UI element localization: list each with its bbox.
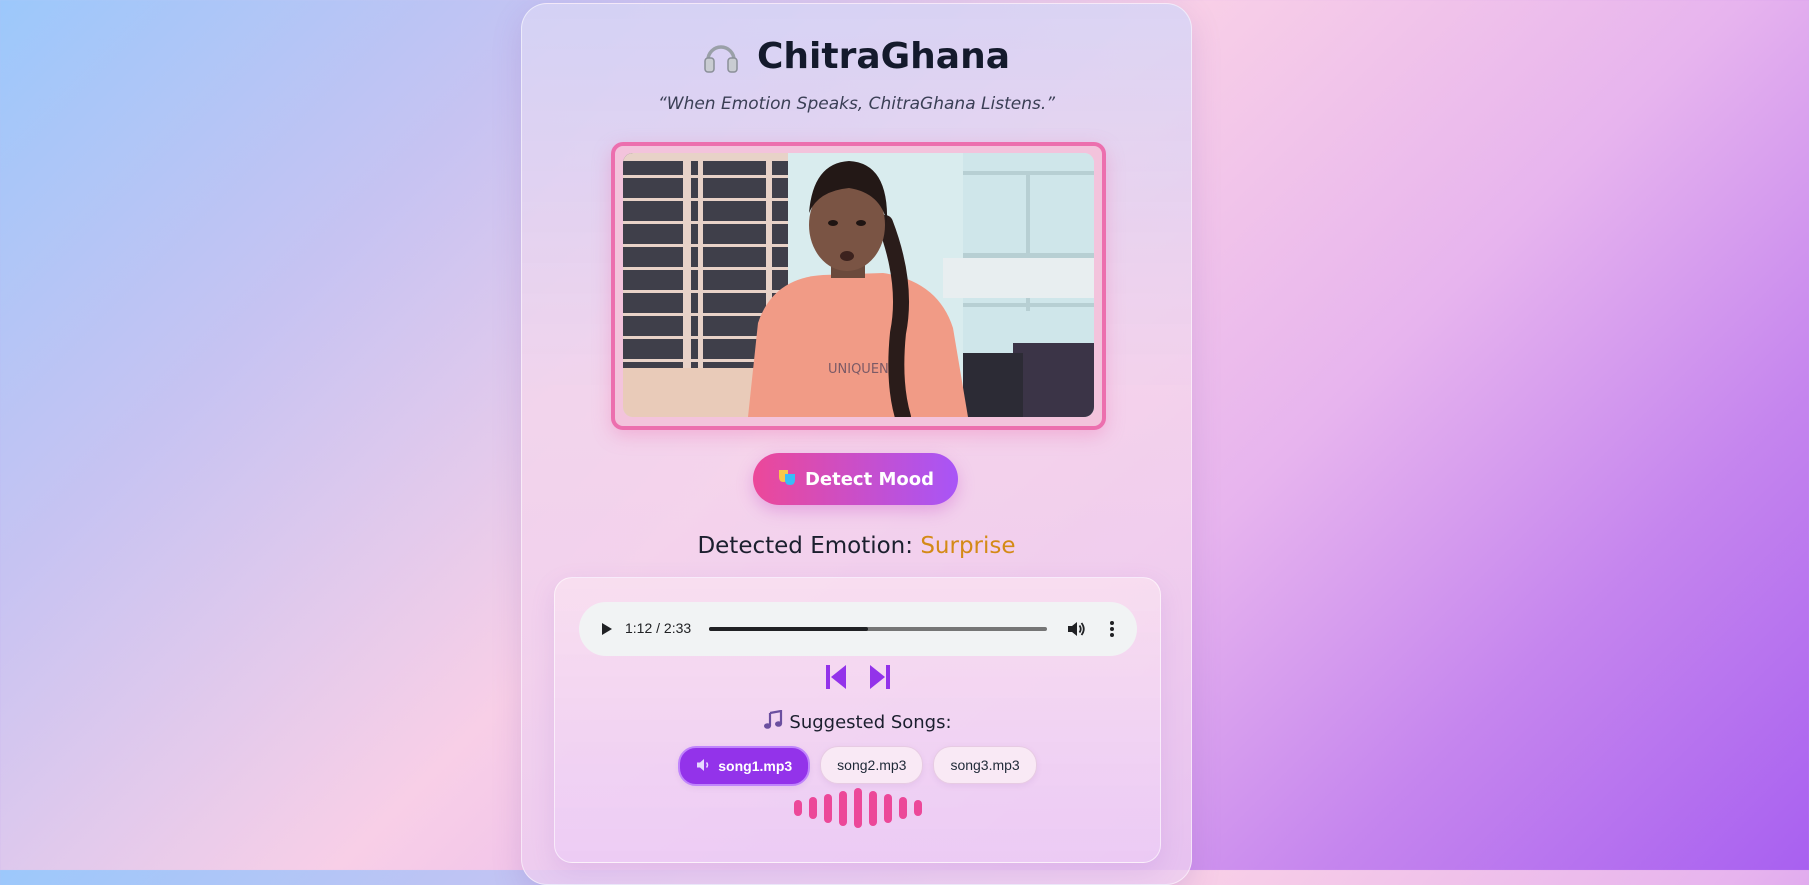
headphones-icon (703, 40, 739, 74)
seek-bar[interactable] (709, 627, 1047, 631)
song-chip-3[interactable]: song3.mp3 (933, 746, 1037, 784)
visualizer-bar (793, 800, 802, 816)
masks-icon (777, 467, 797, 492)
app-title: ChitraGhana (522, 36, 1191, 77)
detect-mood-button[interactable]: Detect Mood (753, 453, 958, 505)
app-card: ChitraGhana “When Emotion Speaks, Chitra… (521, 3, 1192, 885)
song-chip-label: song2.mp3 (837, 757, 907, 773)
song-chip-2[interactable]: song2.mp3 (820, 746, 924, 784)
visualizer-bar (913, 800, 922, 816)
song-chip-1[interactable]: song1.mp3 (678, 746, 811, 786)
emotion-readout: Detected Emotion: Surprise (522, 533, 1191, 559)
tagline: “When Emotion Speaks, ChitraGhana Listen… (657, 94, 1056, 114)
more-options-icon[interactable] (1101, 618, 1123, 640)
suggested-songs-label: Suggested Songs: (789, 712, 952, 733)
skip-next-icon[interactable] (869, 664, 891, 690)
visualizer-bar (868, 790, 877, 826)
track-navigation (555, 664, 1160, 690)
seek-progress (709, 627, 868, 631)
app-title-text: ChitraGhana (756, 36, 1011, 77)
song-list: song1.mp3 song2.mp3 song3.mp3 (555, 746, 1160, 786)
svg-text:UNIQUENE: UNIQUENE (828, 362, 897, 377)
emotion-label: Detected Emotion: (697, 533, 914, 559)
visualizer-bar (883, 793, 892, 823)
webcam-frame: UNIQUENE (611, 142, 1106, 430)
music-note-icon (763, 709, 783, 735)
visualizer-bar (898, 797, 907, 819)
song-chip-label: song3.mp3 (950, 757, 1020, 773)
visualizer-bar (838, 790, 847, 826)
audio-player: 1:12 / 2:33 (579, 602, 1137, 656)
visualizer-bar (853, 788, 862, 828)
volume-icon[interactable] (1065, 618, 1087, 640)
song-chip-label: song1.mp3 (718, 758, 793, 774)
visualizer-bar (808, 797, 817, 819)
time-readout: 1:12 / 2:33 (625, 620, 692, 636)
player-panel: 1:12 / 2:33 Suggested Songs: song1.mp3 s… (554, 577, 1161, 863)
webcam-feed: UNIQUENE (623, 153, 1094, 417)
play-icon[interactable] (595, 618, 617, 640)
audio-visualizer (555, 788, 1160, 828)
skip-previous-icon[interactable] (825, 664, 847, 690)
speaker-icon (696, 758, 712, 775)
suggested-songs-heading: Suggested Songs: (555, 709, 1160, 735)
detect-mood-label: Detect Mood (804, 468, 935, 490)
visualizer-bar (823, 793, 832, 823)
emotion-value: Surprise (920, 533, 1016, 559)
